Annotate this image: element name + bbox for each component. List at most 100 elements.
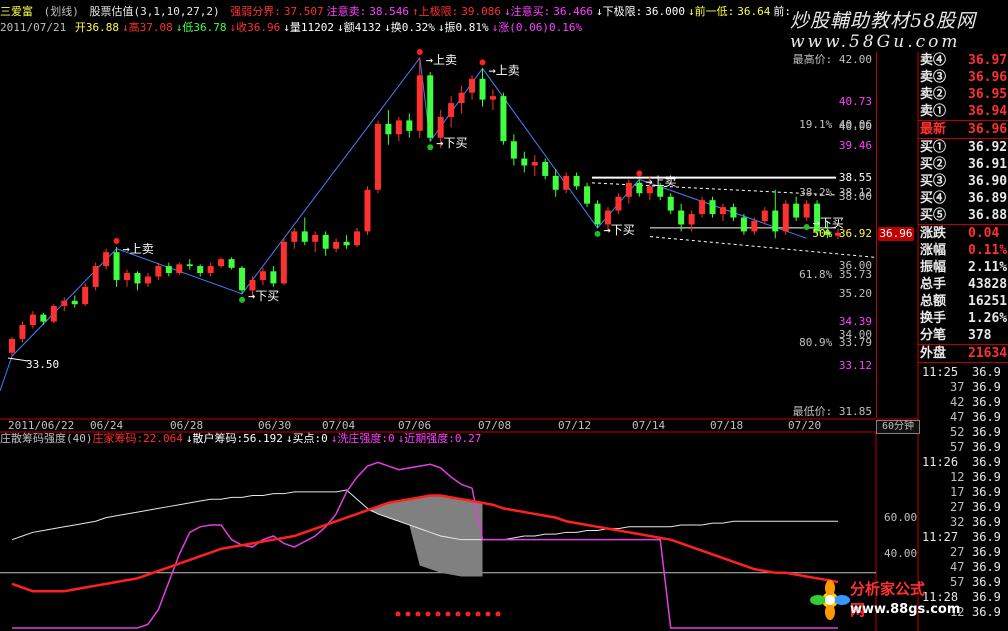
candle-body [259, 271, 266, 280]
trade-row[interactable]: 42 36.9 [920, 395, 1008, 410]
indicator-field-label: ↓买点: [285, 432, 322, 445]
quote-value: 36.89 [968, 191, 1008, 206]
candle-body [803, 203, 810, 218]
trade-row[interactable]: 12 36.9 [920, 470, 1008, 485]
trade-price: 36.9 [972, 515, 1001, 529]
trade-row[interactable]: 11:26 36.9 [920, 455, 1008, 470]
buy-point-dot [495, 611, 501, 617]
candle-body [165, 266, 172, 274]
trade-time: 57 [950, 575, 965, 589]
quote-value: 0.11% [968, 243, 1008, 258]
trade-time: 47 [950, 410, 965, 424]
stat-row[interactable]: 换手 1.26% [920, 310, 1008, 327]
trade-row[interactable]: 32 36.9 [920, 515, 1008, 530]
candle-body [751, 220, 758, 232]
candle-body [197, 266, 204, 274]
latest-row[interactable]: 最新 36.96 [920, 121, 1008, 138]
quote-value: 36.92 [968, 140, 1008, 155]
zigzag-line [11, 56, 807, 357]
indicator-panel-header: 庄散筹码强度(40)庄家筹码:22.064 ↓散户筹码:56.192 ↓买点:0 ↓洗… [0, 430, 487, 445]
indicator-field-label: 庄家筹码: [92, 432, 144, 445]
bid-row[interactable]: 买② 36.91 [920, 156, 1008, 173]
candle-body [134, 273, 141, 284]
price-axis-label: 34.39 [838, 314, 872, 328]
quote-value: 1.26% [968, 311, 1008, 326]
trade-row[interactable]: 47 36.9 [920, 410, 1008, 425]
candle-body [374, 123, 381, 190]
candle-body [19, 325, 26, 339]
quote-label: 买④ [920, 191, 947, 206]
ask-row[interactable]: 卖④ 36.97 [920, 52, 1008, 69]
stat-row[interactable]: 涨幅 0.11% [920, 242, 1008, 259]
trade-price: 36.9 [972, 365, 1001, 379]
price-axis-label: 38.55 [838, 170, 872, 184]
candle-body [322, 234, 329, 249]
sell-dot [416, 49, 423, 55]
sell-label: →上卖 [645, 174, 676, 188]
trade-row[interactable]: 27 36.9 [920, 545, 1008, 560]
buy-point-dot [465, 611, 471, 617]
quote-label: 买③ [920, 174, 947, 189]
indicator-axis-label: 60.00 [884, 510, 918, 524]
buy-label: →下买 [248, 289, 279, 303]
ask-row[interactable]: 卖① 36.94 [920, 103, 1008, 120]
current-price-tag: 36.96 [878, 227, 914, 241]
trade-row[interactable]: 27 36.9 [920, 500, 1008, 515]
candle-body [343, 241, 350, 246]
quote-value: 378 [968, 328, 992, 343]
stat-row[interactable]: 总手 43828 [920, 276, 1008, 293]
trade-time: 32 [950, 515, 965, 529]
trade-row[interactable]: 11:27 36.9 [920, 530, 1008, 545]
trade-price: 36.9 [972, 455, 1001, 469]
trade-row[interactable]: 11:25 36.9 [920, 365, 1008, 380]
candle-body [124, 273, 131, 280]
ask-row[interactable]: 卖③ 36.96 [920, 69, 1008, 86]
trade-time: 47 [950, 560, 965, 574]
stat-row[interactable]: 总额 16251 [920, 293, 1008, 310]
trade-row[interactable]: 47 36.9 [920, 560, 1008, 575]
trade-time: 57 [950, 440, 965, 454]
trade-row[interactable]: 17 36.9 [920, 485, 1008, 500]
period-button[interactable]: 60分钟 [876, 420, 920, 434]
candle-body [103, 252, 110, 267]
quote-value: 36.95 [968, 87, 1008, 102]
buy-dot [803, 223, 810, 230]
bid-row[interactable]: 买① 36.92 [920, 139, 1008, 156]
ask-row[interactable]: 卖② 36.95 [920, 86, 1008, 103]
trade-price: 36.9 [972, 560, 1001, 574]
candle-body [395, 120, 402, 135]
stat-row[interactable]: 涨跌 0.04 [920, 225, 1008, 242]
stat-row[interactable]: 振幅 2.11% [920, 259, 1008, 276]
buy-point-dot [415, 611, 421, 617]
candle-body [793, 203, 800, 218]
bid-row[interactable]: 买④ 36.89 [920, 190, 1008, 207]
bid-row[interactable]: 买③ 36.90 [920, 173, 1008, 190]
trade-time: 27 [950, 545, 965, 559]
candle-body [207, 266, 214, 274]
indicator-field-label: ↓洗庄强度: [330, 432, 388, 445]
sell-label: →上卖 [489, 63, 520, 77]
candle-body [427, 75, 434, 138]
indicator-axis-label: 40.00 [884, 547, 918, 561]
buy-point-dot [405, 611, 411, 617]
stat-row[interactable]: 分笔 378 [920, 327, 1008, 344]
stat-row[interactable]: 外盘 21634 [920, 345, 1008, 362]
quote-label: 买① [920, 140, 947, 155]
candle-body [594, 203, 601, 225]
sell-dot [479, 59, 486, 66]
candle-body [176, 264, 183, 274]
candle-body [688, 214, 695, 225]
price-axis-label: 40.00 [838, 120, 872, 134]
buy-point-dot [475, 611, 481, 617]
trade-row[interactable]: 57 36.9 [920, 440, 1008, 455]
bid-row[interactable]: 买⑤ 36.88 [920, 207, 1008, 224]
candle-body [625, 182, 632, 197]
candle-body [521, 158, 528, 166]
date-axis-label: 07/12 [558, 419, 592, 432]
trade-row[interactable]: 52 36.9 [920, 425, 1008, 440]
site-logo: 分析家公式网 www.88gs.com [810, 578, 960, 628]
price-axis-label: 38.00 [838, 189, 872, 203]
quote-value: 43828 [968, 277, 1008, 292]
candle-body [458, 92, 465, 104]
trade-row[interactable]: 37 36.9 [920, 380, 1008, 395]
